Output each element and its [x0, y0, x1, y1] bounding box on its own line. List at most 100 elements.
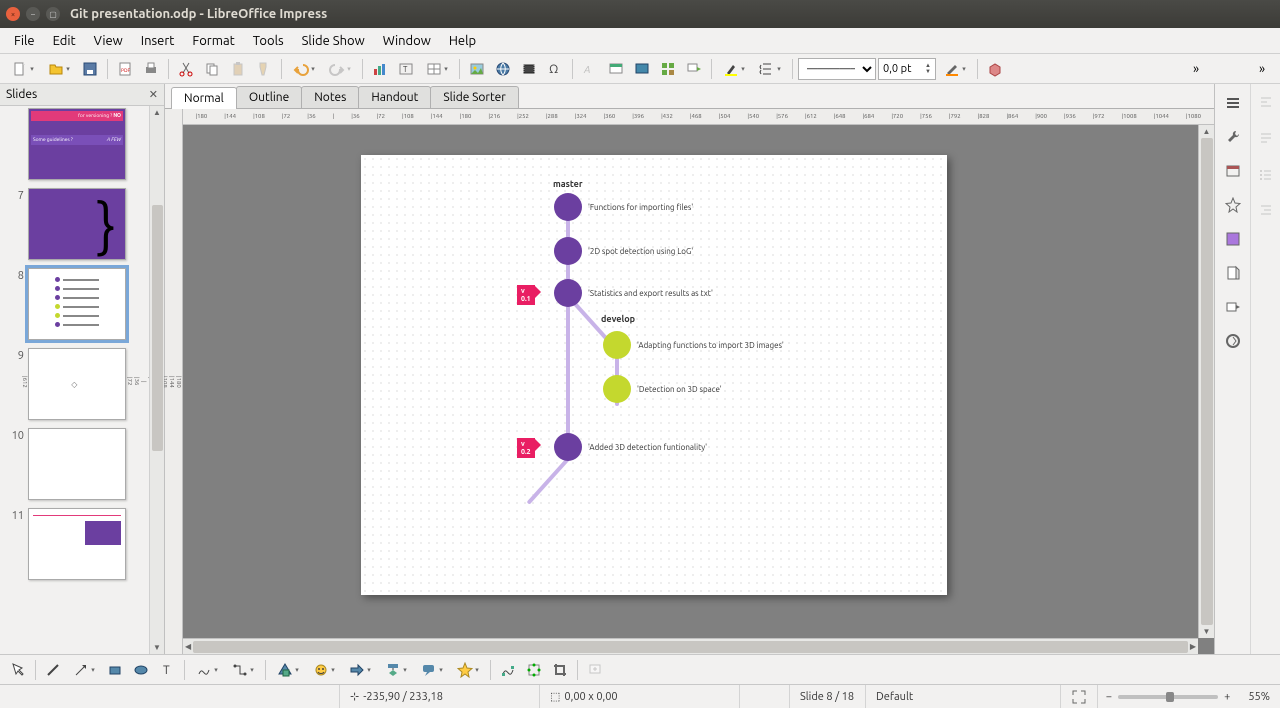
tab-notes[interactable]: Notes — [301, 86, 359, 108]
insert-hyperlink-button[interactable] — [491, 57, 515, 81]
toolbar-overflow-button[interactable]: » — [1184, 57, 1208, 81]
menu-window[interactable]: Window — [375, 31, 439, 51]
master-pages-icon[interactable] — [1220, 260, 1246, 286]
fit-page-icon[interactable] — [1061, 685, 1098, 708]
animation-icon[interactable] — [1220, 294, 1246, 320]
line-spacing-button[interactable] — [753, 57, 787, 81]
curve-tool[interactable] — [190, 658, 224, 682]
symbol-shapes-tool[interactable] — [307, 658, 341, 682]
properties-panel-icon[interactable] — [1220, 90, 1246, 116]
slide-master-button[interactable] — [630, 57, 654, 81]
copy-button[interactable] — [200, 57, 224, 81]
zoom-slider[interactable] — [1118, 695, 1218, 699]
text-button[interactable]: T — [394, 57, 418, 81]
align-icon[interactable] — [1253, 90, 1279, 116]
sidebar-overflow-button[interactable]: » — [1250, 57, 1274, 81]
window-maximize-button[interactable]: ▢ — [46, 7, 60, 21]
insert-special-char-button[interactable]: Ω — [543, 57, 567, 81]
print-button[interactable] — [139, 57, 163, 81]
connector-tool[interactable] — [226, 658, 260, 682]
menu-edit[interactable]: Edit — [45, 31, 84, 51]
list-icon[interactable] — [1253, 162, 1279, 188]
viewport-horizontal-scrollbar[interactable]: ◀▶ — [183, 638, 1198, 654]
presentation-button[interactable] — [604, 57, 628, 81]
window-close-button[interactable]: × — [6, 7, 20, 21]
insert-slide-button[interactable] — [583, 658, 607, 682]
view-tabs: Normal Outline Notes Handout Slide Sorte… — [165, 84, 1214, 109]
gallery-icon[interactable] — [1220, 158, 1246, 184]
menu-help[interactable]: Help — [441, 31, 484, 51]
svg-text:T: T — [403, 65, 408, 74]
stars-tool[interactable] — [451, 658, 485, 682]
svg-text:Ω: Ω — [549, 63, 558, 76]
highlight-button[interactable] — [717, 57, 751, 81]
tab-outline[interactable]: Outline — [236, 86, 302, 108]
zoom-out-button[interactable]: − — [1106, 691, 1112, 703]
save-button[interactable] — [78, 57, 102, 81]
cut-button[interactable] — [174, 57, 198, 81]
fontwork-button[interactable]: A — [578, 57, 602, 81]
slide-sorter-button[interactable] — [656, 57, 680, 81]
arrow-tool[interactable] — [67, 658, 101, 682]
wrench-icon[interactable] — [1220, 124, 1246, 150]
select-tool[interactable] — [6, 658, 30, 682]
line-tool[interactable] — [41, 658, 65, 682]
commit-node-3 — [554, 279, 582, 307]
insert-movie-button[interactable] — [517, 57, 541, 81]
menu-slideshow[interactable]: Slide Show — [294, 31, 373, 51]
line-style-combo[interactable]: ——————— — [798, 58, 876, 80]
styles-icon[interactable] — [1220, 226, 1246, 252]
undo-button[interactable] — [287, 57, 321, 81]
commit-msg-5: 'Detection on 3D space' — [637, 385, 722, 394]
line-width-spinner[interactable]: 0,0 pt▲▼ — [878, 58, 936, 80]
slide-panel-scrollbar[interactable]: ▲▼ — [149, 106, 164, 654]
line-color-button[interactable] — [938, 57, 972, 81]
paragraph-icon[interactable] — [1253, 126, 1279, 152]
points-tool[interactable] — [496, 658, 520, 682]
textbox-tool[interactable]: T — [155, 658, 179, 682]
tab-slide-sorter[interactable]: Slide Sorter — [430, 86, 518, 108]
svg-text:A: A — [583, 64, 590, 75]
menu-file[interactable]: File — [6, 31, 43, 51]
tab-normal[interactable]: Normal — [171, 87, 237, 109]
menu-insert[interactable]: Insert — [133, 31, 183, 51]
ellipse-tool[interactable] — [129, 658, 153, 682]
menu-view[interactable]: View — [86, 31, 131, 51]
zoom-in-button[interactable]: + — [1224, 691, 1230, 703]
insert-image-button[interactable] — [465, 57, 489, 81]
table-button[interactable] — [420, 57, 454, 81]
transition-icon[interactable] — [1220, 328, 1246, 354]
star-icon[interactable] — [1220, 192, 1246, 218]
crop-tool[interactable] — [548, 658, 572, 682]
zoom-percent[interactable]: 55% — [1238, 685, 1280, 708]
status-coords: ⊹-235,90 / 233,18 — [340, 685, 540, 708]
new-doc-button[interactable] — [6, 57, 40, 81]
redo-button[interactable] — [323, 57, 357, 81]
extrusion-button[interactable] — [983, 57, 1007, 81]
basic-shapes-tool[interactable] — [271, 658, 305, 682]
status-info — [0, 685, 340, 708]
glue-points-tool[interactable] — [522, 658, 546, 682]
status-size: ⬚0,00 x 0,00 — [540, 685, 740, 708]
export-pdf-button[interactable]: PDF — [113, 57, 137, 81]
commit-node-5 — [603, 375, 631, 403]
slide-panel-close-icon[interactable]: ✕ — [149, 88, 158, 101]
open-button[interactable] — [42, 57, 76, 81]
flowchart-tool[interactable] — [379, 658, 413, 682]
indent-icon[interactable] — [1253, 198, 1279, 224]
window-minimize-button[interactable]: – — [26, 7, 40, 21]
start-slideshow-button[interactable] — [682, 57, 706, 81]
tab-handout[interactable]: Handout — [358, 86, 431, 108]
viewport-vertical-scrollbar[interactable]: ▲▼ — [1198, 125, 1214, 638]
format-paintbrush-button[interactable] — [252, 57, 276, 81]
rectangle-tool[interactable] — [103, 658, 127, 682]
block-arrows-tool[interactable] — [343, 658, 377, 682]
menu-tools[interactable]: Tools — [245, 31, 292, 51]
slide-canvas[interactable]: master develop v 0.1 v 0.2 'Functions fo… — [361, 155, 947, 595]
chart-button[interactable] — [368, 57, 392, 81]
callouts-tool[interactable] — [415, 658, 449, 682]
slide-viewport[interactable]: master develop v 0.1 v 0.2 'Functions fo… — [183, 125, 1214, 654]
paste-button[interactable] — [226, 57, 250, 81]
horizontal-ruler: |180|144|108|72|36||36|72|108|144|180|21… — [183, 109, 1214, 125]
menu-format[interactable]: Format — [184, 31, 242, 51]
